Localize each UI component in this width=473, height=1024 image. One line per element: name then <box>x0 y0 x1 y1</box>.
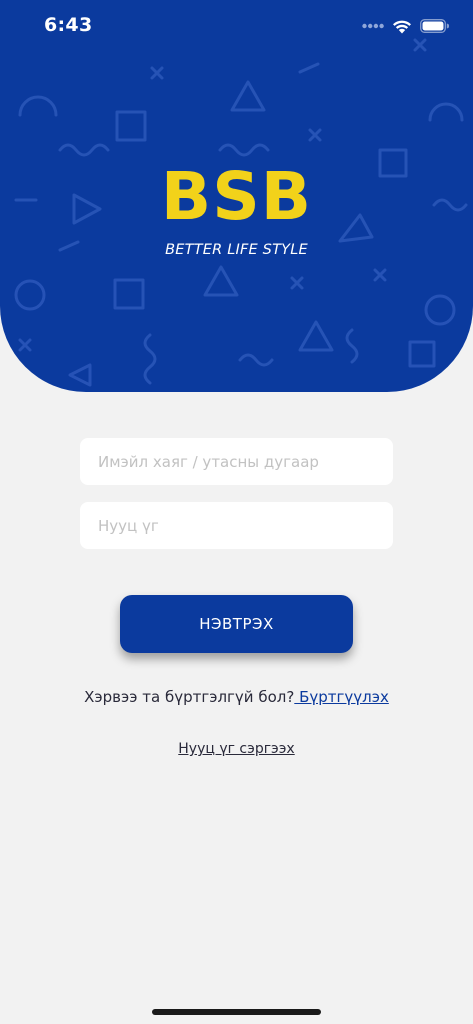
register-prompt-line: Хэрвээ та бүртгэлгүй бол? Бүртгүүлэх <box>0 688 473 706</box>
register-prompt-text: Хэрвээ та бүртгэлгүй бол? <box>84 688 295 706</box>
wifi-icon <box>393 20 411 33</box>
password-input[interactable] <box>98 516 375 535</box>
hero-banner: 6:43 BSB BETTER LIFE STYLE <box>0 0 473 392</box>
app-tagline: BETTER LIFE STYLE <box>165 242 308 258</box>
login-button[interactable]: НЭВТРЭХ <box>120 595 353 653</box>
email-phone-input[interactable] <box>98 452 375 471</box>
home-indicator[interactable] <box>152 1009 321 1015</box>
status-bar: 6:43 <box>0 0 473 54</box>
email-phone-field[interactable] <box>80 438 393 485</box>
register-link[interactable]: Бүртгүүлэх <box>294 688 389 706</box>
forgot-password-line: Нууц үг сэргээх <box>0 741 473 757</box>
battery-icon <box>420 19 449 33</box>
status-time: 6:43 <box>44 14 93 36</box>
app-logo: BSB <box>160 158 313 235</box>
status-icons <box>362 17 449 35</box>
password-field[interactable] <box>80 502 393 549</box>
login-screen: 6:43 BSB BETTER LIFE STYLE Имэйл хаяг / … <box>0 0 473 1024</box>
signal-dots-icon <box>362 23 384 29</box>
forgot-password-link[interactable]: Нууц үг сэргээх <box>178 741 294 757</box>
